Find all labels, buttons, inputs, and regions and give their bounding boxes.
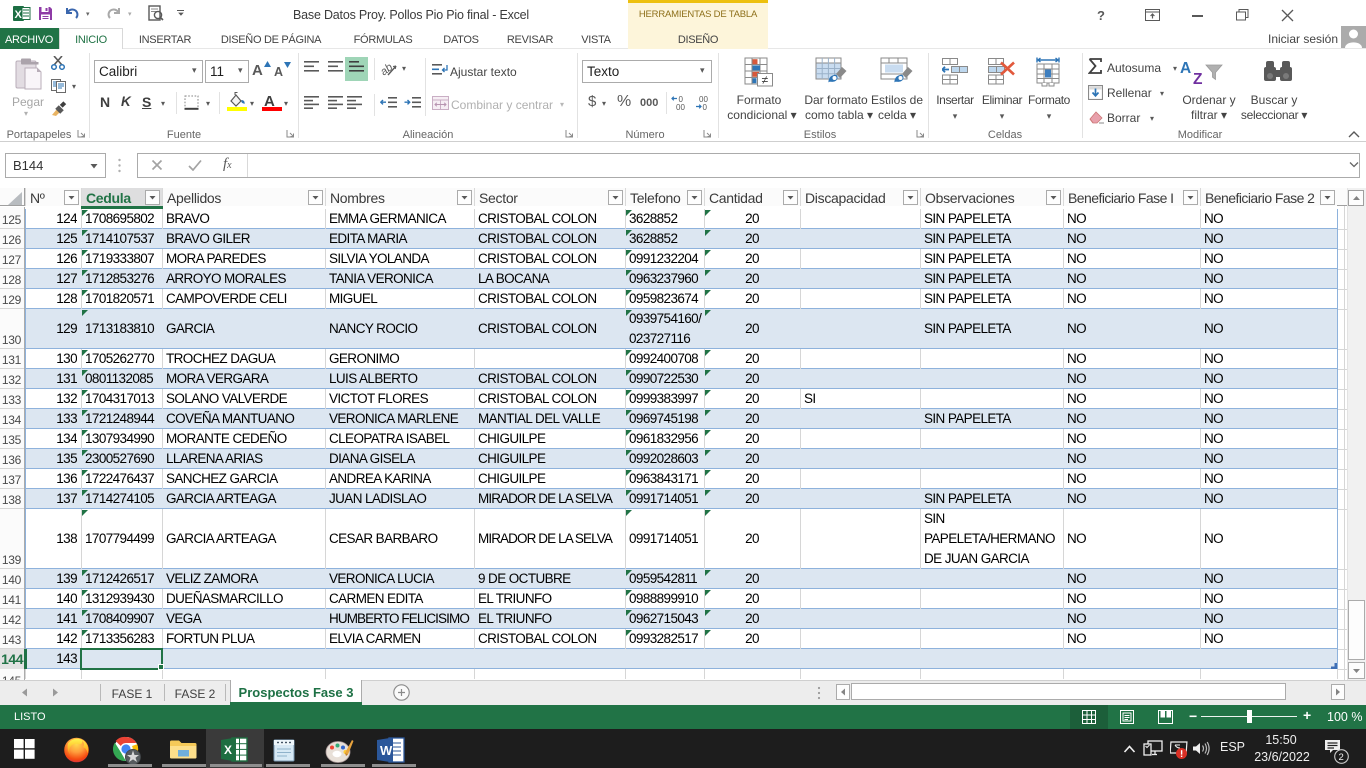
svg-text:2: 2	[1339, 752, 1344, 763]
svg-text:A: A	[1180, 60, 1191, 77]
svg-text:W: W	[380, 743, 393, 758]
svg-text:≠: ≠	[762, 73, 769, 87]
svg-text:X: X	[15, 9, 23, 21]
svg-text:X: X	[224, 743, 232, 757]
svg-text:Z: Z	[1193, 71, 1203, 88]
